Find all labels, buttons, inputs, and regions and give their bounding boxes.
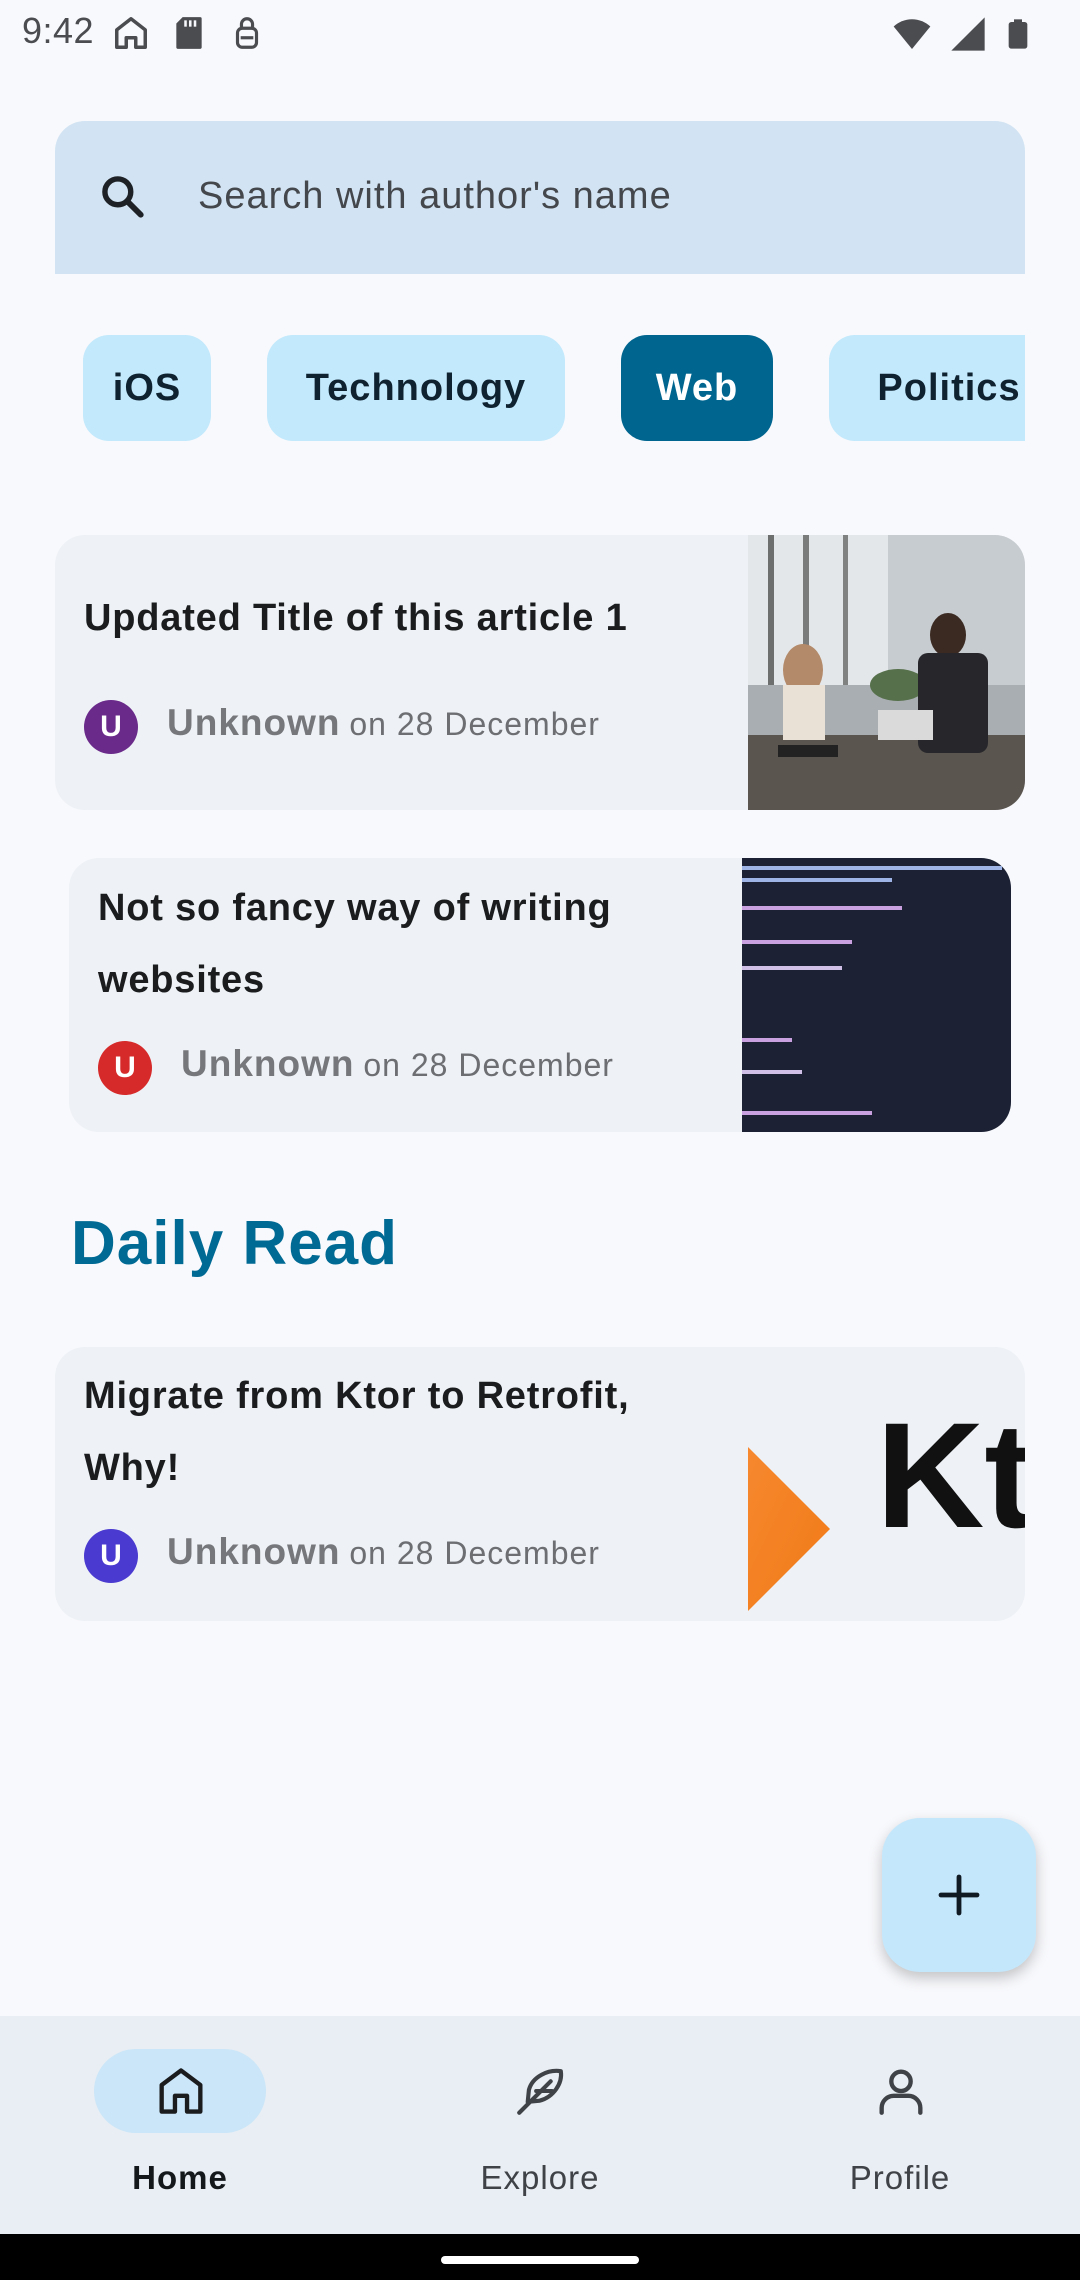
search-placeholder: Search with author's name bbox=[198, 175, 672, 217]
author-name: Unknown bbox=[181, 1043, 355, 1084]
nav-label: Home bbox=[132, 2159, 228, 2196]
wifi-icon bbox=[893, 19, 931, 49]
article-date: on 28 December bbox=[363, 1047, 614, 1083]
article-meta: Unknown on 28 December bbox=[167, 702, 600, 744]
gesture-handle[interactable] bbox=[441, 2256, 639, 2264]
ktor-logo-thumbnail: Kt bbox=[748, 1347, 1025, 1621]
article-card[interactable]: Updated Title of this article 1 U Unknow… bbox=[55, 535, 1025, 810]
nav-item-home[interactable]: Home bbox=[0, 2016, 360, 2234]
author-name: Unknown bbox=[167, 702, 341, 743]
avatar: U bbox=[84, 1529, 138, 1583]
article-card[interactable]: Not so fancy way of writing websites U U… bbox=[69, 858, 1011, 1132]
section-title-daily-read: Daily Read bbox=[71, 1209, 399, 1278]
battery-icon bbox=[1008, 19, 1028, 49]
nav-item-profile[interactable]: Profile bbox=[720, 2016, 1080, 2234]
avatar: U bbox=[84, 700, 138, 754]
status-time: 9:42 bbox=[22, 10, 95, 51]
status-bar: 9:42 bbox=[0, 0, 1080, 70]
chip-technology[interactable]: Technology bbox=[267, 335, 565, 441]
article-meta: Unknown on 28 December bbox=[167, 1531, 600, 1573]
chip-web[interactable]: Web bbox=[621, 335, 773, 441]
status-right-icons bbox=[890, 14, 1034, 54]
home-screen: 9:42 Search with author's name iOS Techn… bbox=[0, 0, 1080, 2280]
add-icon bbox=[938, 1874, 980, 1916]
chip-ios[interactable]: iOS bbox=[83, 335, 211, 441]
cell-signal-icon bbox=[951, 17, 985, 51]
article-date: on 28 December bbox=[349, 706, 600, 742]
article-title: Updated Title of this article 1 bbox=[84, 597, 628, 639]
nav-label: Profile bbox=[849, 2159, 951, 2196]
article-title: Not so fancy way of writing websites bbox=[98, 887, 612, 1001]
bottom-nav: Home Explore Profile bbox=[0, 2016, 1080, 2234]
article-thumbnail bbox=[748, 535, 1025, 810]
category-chips: iOS Technology Web Politics bbox=[0, 335, 1080, 441]
article-title: Migrate from Ktor to Retrofit, Why! bbox=[84, 1375, 630, 1489]
status-left-icons bbox=[112, 14, 266, 52]
search-icon bbox=[102, 176, 144, 218]
home-icon bbox=[115, 17, 147, 49]
person-icon bbox=[879, 2069, 923, 2115]
ktor-wordmark: Kt bbox=[876, 1391, 1025, 1559]
nav-label: Explore bbox=[480, 2159, 600, 2196]
add-article-button[interactable] bbox=[882, 1818, 1036, 1972]
feather-icon bbox=[517, 2068, 564, 2115]
article-date: on 28 December bbox=[349, 1535, 600, 1571]
home-icon bbox=[159, 2068, 203, 2114]
avatar: U bbox=[98, 1041, 152, 1095]
lock-icon bbox=[235, 17, 259, 49]
category-chip-scroller[interactable]: iOS Technology Web Politics bbox=[55, 335, 1025, 441]
search-input[interactable]: Search with author's name bbox=[55, 121, 1025, 274]
daily-read-card[interactable]: Migrate from Ktor to Retrofit, Why! U Un… bbox=[55, 1347, 1025, 1621]
author-name: Unknown bbox=[167, 1531, 341, 1572]
article-thumbnail bbox=[742, 858, 1011, 1132]
sd-card-icon bbox=[176, 17, 202, 49]
nav-item-explore[interactable]: Explore bbox=[360, 2016, 720, 2234]
chip-politics[interactable]: Politics bbox=[829, 335, 1025, 441]
article-meta: Unknown on 28 December bbox=[181, 1043, 614, 1085]
